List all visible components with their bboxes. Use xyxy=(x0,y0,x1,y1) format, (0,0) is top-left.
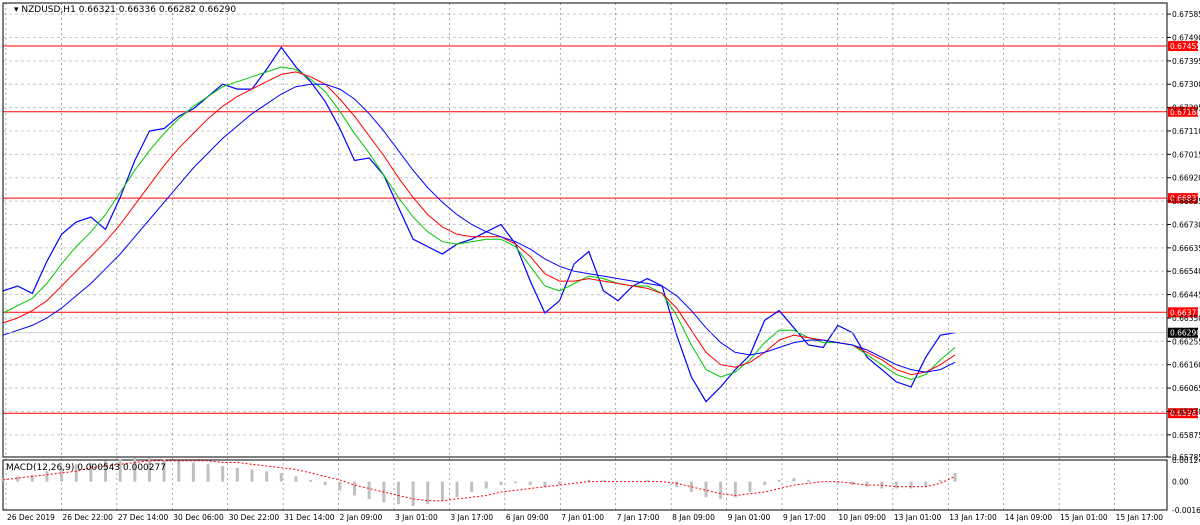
chart-window: 0.67455 0.67188 0.66837 0.66373 0.65963 0.662… xyxy=(0,0,1200,525)
x-tick-label: 13 Jan 01:00 xyxy=(894,513,942,522)
x-tick-label: 30 Dec 22:00 xyxy=(229,513,280,522)
x-tick-label: 9 Jan 17:00 xyxy=(783,513,826,522)
macd-y-tick-label: 0.00 xyxy=(1172,478,1189,487)
x-tick-label: 26 Dec 2019 xyxy=(7,513,55,522)
x-tick-label: 10 Jan 09:00 xyxy=(838,513,886,522)
x-tick-label: 2 Jan 09:00 xyxy=(340,513,383,522)
y-tick-label: 0.67300 xyxy=(1172,80,1200,89)
y-tick-label: 0.66635 xyxy=(1172,244,1200,253)
macd-y-tick-label: -0.001638 xyxy=(1172,506,1200,515)
chart-header: ▾ NZDUSD,H1 0.66321 0.66336 0.66282 0.66… xyxy=(14,5,236,15)
ohlc-values: 0.66321 0.66336 0.66282 0.66290 xyxy=(78,5,237,15)
macd-y-tick-label: 0.001247 xyxy=(1172,456,1200,465)
y-tick-label: 0.66825 xyxy=(1172,197,1200,206)
y-tick-label: 0.67015 xyxy=(1172,150,1200,159)
y-tick-label: 0.66255 xyxy=(1172,337,1200,346)
chart-canvas[interactable]: 0.674550.671880.668370.663730.659630.662… xyxy=(0,0,1200,525)
y-tick-label: 0.65970 xyxy=(1172,407,1200,416)
y-tick-label: 0.67585 xyxy=(1172,10,1200,19)
x-tick-label: 15 Jan 17:00 xyxy=(1116,513,1164,522)
x-tick-label: 7 Jan 01:00 xyxy=(561,513,604,522)
x-tick-label: 26 Dec 22:00 xyxy=(62,513,113,522)
x-tick-label: 9 Jan 01:00 xyxy=(728,513,771,522)
x-tick-label: 15 Jan 01:00 xyxy=(1060,513,1108,522)
y-tick-label: 0.67490 xyxy=(1172,33,1200,42)
x-tick-label: 31 Dec 14:00 xyxy=(284,513,335,522)
main-panel-border xyxy=(2,2,1168,458)
x-tick-label: 6 Jan 09:00 xyxy=(506,513,549,522)
y-tick-label: 0.66160 xyxy=(1172,361,1200,370)
x-tick-label: 30 Dec 06:00 xyxy=(173,513,224,522)
x-tick-label: 8 Jan 09:00 xyxy=(672,513,715,522)
symbol-label: NZDUSD,H1 xyxy=(21,5,76,15)
x-tick-label: 14 Jan 09:00 xyxy=(1005,513,1053,522)
y-tick-label: 0.66350 xyxy=(1172,314,1200,323)
macd-label: MACD(12,26,9) 0.000543 0.000277 xyxy=(6,463,166,473)
y-tick-label: 0.66540 xyxy=(1172,267,1200,276)
x-tick-label: 3 Jan 01:00 xyxy=(395,513,438,522)
x-tick-label: 3 Jan 17:00 xyxy=(450,513,493,522)
y-tick-label: 0.66730 xyxy=(1172,220,1200,229)
y-tick-label: 0.67395 xyxy=(1172,57,1200,66)
series-line-ma_slow xyxy=(2,83,956,373)
y-tick-label: 0.67110 xyxy=(1172,127,1200,136)
x-tick-label: 7 Jan 17:00 xyxy=(617,513,660,522)
y-tick-label: 0.65875 xyxy=(1172,431,1200,440)
y-tick-label: 0.66445 xyxy=(1172,291,1200,300)
x-tick-label: 13 Jan 17:00 xyxy=(949,513,997,522)
x-tick-label: 27 Dec 14:00 xyxy=(118,513,169,522)
y-tick-label: 0.66920 xyxy=(1172,174,1200,183)
level-price-label: 0.67455 xyxy=(1170,42,1200,51)
y-tick-label: 0.67205 xyxy=(1172,104,1200,113)
y-tick-label: 0.66065 xyxy=(1172,384,1200,393)
